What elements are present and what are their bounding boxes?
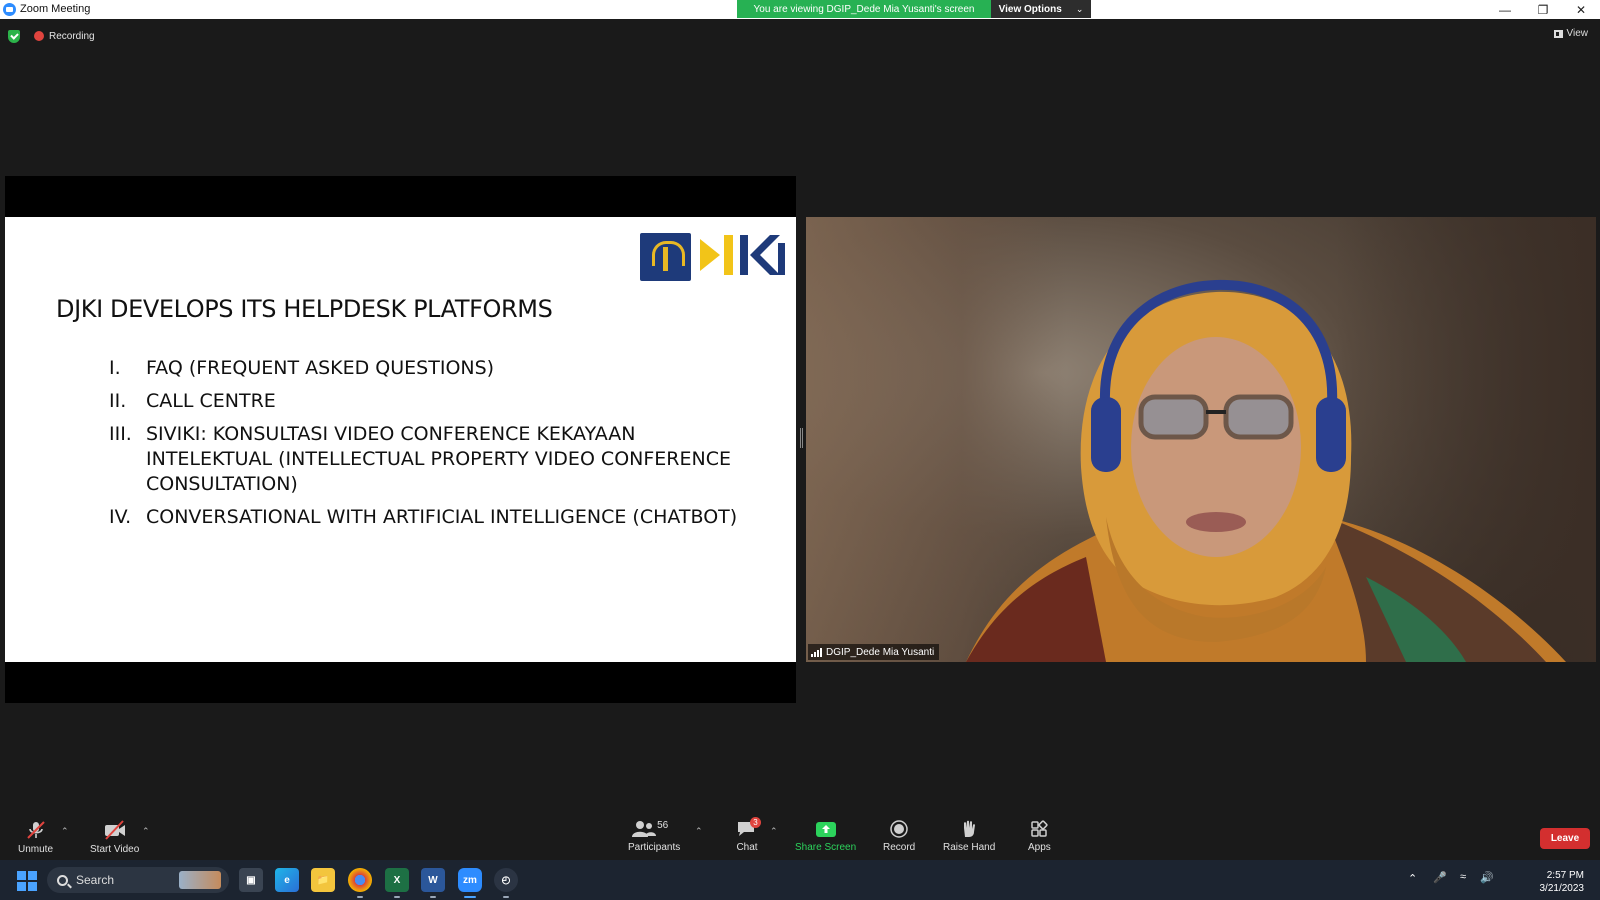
audio-options-caret-icon[interactable]: ⌃ — [61, 826, 69, 837]
volume-icon[interactable]: 🔊 — [1480, 871, 1494, 884]
viewing-banner: You are viewing DGIP_Dede Mia Yusanti's … — [737, 0, 1091, 18]
view-label: View — [1567, 28, 1589, 39]
list-item-number: II. — [109, 389, 146, 414]
list-item-number: IV. — [109, 505, 146, 530]
file-explorer-icon[interactable]: 📁 — [311, 868, 335, 892]
recording-label: Recording — [49, 31, 95, 42]
participants-label: Participants — [628, 842, 680, 853]
record-label: Record — [883, 842, 915, 853]
search-icon — [57, 875, 68, 886]
share-screen-icon — [815, 820, 837, 838]
apps-icon — [1029, 820, 1049, 838]
zoom-taskbar-icon[interactable]: zm — [458, 868, 482, 892]
security-shield-icon[interactable] — [8, 30, 20, 43]
raise-hand-button[interactable]: Raise Hand — [943, 820, 995, 853]
chat-button[interactable]: 3 Chat — [736, 820, 758, 853]
djki-logo — [698, 227, 788, 283]
presentation-slide: DJKI DEVELOPS ITS HELPDESK PLATFORMS I. … — [5, 217, 796, 662]
zoom-app-icon — [3, 3, 16, 16]
taskbar-search-label: Search — [76, 873, 114, 887]
chevron-up-icon[interactable]: ⌃ — [1408, 872, 1417, 885]
signal-strength-icon — [811, 648, 822, 657]
excel-icon[interactable]: X — [385, 868, 409, 892]
leave-button[interactable]: Leave — [1540, 828, 1590, 849]
record-dot-icon — [34, 31, 44, 41]
share-screen-button[interactable]: Share Screen — [795, 820, 856, 853]
meeting-status: Recording — [8, 27, 95, 45]
list-item: IV. CONVERSATIONAL WITH ARTIFICIAL INTEL… — [109, 505, 749, 530]
unmute-label: Unmute — [18, 844, 53, 855]
os-taskbar: Search ▣ e 📁 X W zm ◴ ⌃ 🎤 ≈ 🔊 2:57 PM 3/… — [0, 860, 1600, 900]
participant-name: DGIP_Dede Mia Yusanti — [826, 647, 934, 658]
list-item-text: CONVERSATIONAL WITH ARTIFICIAL INTELLIGE… — [146, 505, 749, 530]
slide-list: I. FAQ (FREQUENT ASKED QUESTIONS) II. CA… — [109, 356, 749, 538]
taskbar-search[interactable]: Search — [47, 867, 229, 893]
participants-options-caret-icon[interactable]: ⌃ — [695, 826, 703, 837]
view-layout-icon — [1554, 30, 1563, 38]
close-icon[interactable]: ✕ — [1562, 0, 1600, 19]
chat-label: Chat — [736, 842, 757, 853]
list-item: III. SIVIKI: KONSULTASI VIDEO CONFERENCE… — [109, 422, 749, 497]
participant-name-tag: DGIP_Dede Mia Yusanti — [808, 644, 939, 660]
system-tray: ⌃ 🎤 ≈ 🔊 2:57 PM 3/21/2023 — [1380, 860, 1600, 900]
window-controls: — ❐ ✕ — [1486, 0, 1600, 19]
view-options-label: View Options — [999, 4, 1062, 15]
taskbar-clock[interactable]: 2:57 PM 3/21/2023 — [1540, 869, 1585, 895]
muted-microphone-icon — [25, 820, 47, 840]
viewing-banner-message: You are viewing DGIP_Dede Mia Yusanti's … — [737, 0, 991, 18]
list-item: I. FAQ (FREQUENT ASKED QUESTIONS) — [109, 356, 749, 381]
participant-video-image — [806, 217, 1596, 662]
record-button[interactable]: Record — [883, 820, 915, 853]
unmute-button[interactable]: Unmute — [18, 820, 53, 855]
view-button[interactable]: View — [1554, 28, 1589, 39]
participants-icon — [632, 820, 656, 838]
raise-hand-icon — [959, 820, 979, 838]
meeting-toolbar: Unmute ⌃ Start Video ⌃ 56 Partici — [0, 812, 1600, 860]
zoom-window: Zoom Meeting — ❐ ✕ You are viewing DGIP_… — [0, 0, 1600, 900]
clock-time: 2:57 PM — [1540, 869, 1585, 882]
video-options-caret-icon[interactable]: ⌃ — [142, 826, 150, 837]
snipping-tool-icon[interactable]: ◴ — [494, 868, 518, 892]
list-item-number: III. — [109, 422, 146, 497]
minimize-icon[interactable]: — — [1486, 0, 1524, 19]
recording-indicator[interactable]: Recording — [34, 31, 95, 42]
participants-button[interactable]: 56 Participants — [628, 820, 680, 853]
share-screen-label: Share Screen — [795, 842, 856, 853]
microphone-icon[interactable]: 🎤 — [1433, 871, 1447, 884]
chevron-down-icon: ⌄ — [1076, 4, 1084, 15]
wifi-icon[interactable]: ≈ — [1460, 871, 1466, 883]
record-icon — [889, 820, 909, 838]
clock-date: 3/21/2023 — [1540, 882, 1585, 895]
list-item-text: SIVIKI: KONSULTASI VIDEO CONFERENCE KEKA… — [146, 422, 749, 497]
list-item-number: I. — [109, 356, 146, 381]
window-title: Zoom Meeting — [20, 3, 90, 15]
panel-resize-handle[interactable] — [800, 428, 803, 448]
windows-start-icon[interactable] — [17, 871, 37, 891]
list-item: II. CALL CENTRE — [109, 389, 749, 414]
slide-title: DJKI DEVELOPS ITS HELPDESK PLATFORMS — [56, 295, 552, 323]
view-options-button[interactable]: View Options ⌄ — [991, 0, 1091, 18]
edge-browser-icon[interactable]: e — [275, 868, 299, 892]
word-icon[interactable]: W — [421, 868, 445, 892]
list-item-text: CALL CENTRE — [146, 389, 749, 414]
task-view-icon[interactable]: ▣ — [239, 868, 263, 892]
start-video-label: Start Video — [90, 844, 139, 855]
restore-icon[interactable]: ❐ — [1524, 0, 1562, 19]
chat-options-caret-icon[interactable]: ⌃ — [770, 826, 778, 837]
participants-count: 56 — [657, 820, 668, 831]
apps-button[interactable]: Apps — [1028, 820, 1051, 853]
ministry-emblem-logo — [640, 233, 691, 281]
video-off-icon — [103, 820, 127, 840]
start-video-button[interactable]: Start Video — [90, 820, 139, 855]
shared-screen: DJKI DEVELOPS ITS HELPDESK PLATFORMS I. … — [5, 176, 796, 703]
apps-label: Apps — [1028, 842, 1051, 853]
raise-hand-label: Raise Hand — [943, 842, 995, 853]
list-item-text: FAQ (FREQUENT ASKED QUESTIONS) — [146, 356, 749, 381]
participant-video-tile[interactable]: DGIP_Dede Mia Yusanti — [806, 217, 1596, 662]
chat-unread-badge: 3 — [750, 817, 761, 828]
search-highlight-image — [179, 871, 221, 889]
chrome-browser-icon[interactable] — [348, 868, 372, 892]
